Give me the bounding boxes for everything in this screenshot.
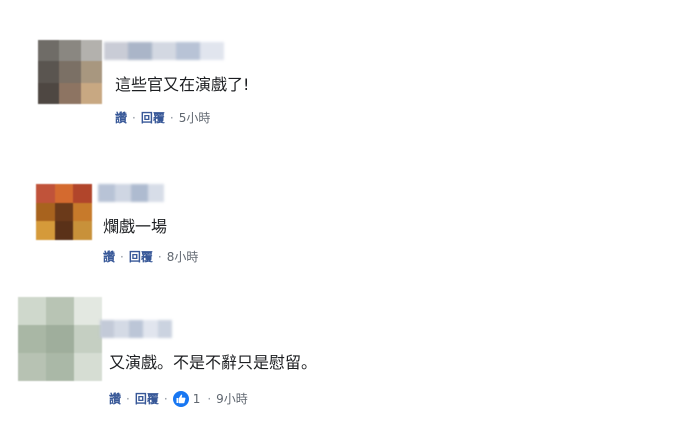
comment-text: 又演戲。不是不辭只是慰留。 bbox=[109, 353, 318, 372]
comment-timestamp[interactable]: 8小時 bbox=[167, 249, 199, 265]
separator: · bbox=[169, 111, 174, 125]
commenter-avatar[interactable] bbox=[18, 297, 102, 381]
separator: · bbox=[120, 250, 124, 264]
commenter-name-redacted[interactable] bbox=[104, 42, 224, 60]
comment-actions: 讚 · 回覆 · 5小時 bbox=[115, 110, 210, 126]
reaction-summary[interactable]: 1 bbox=[172, 391, 201, 407]
comment-timestamp[interactable]: 5小時 bbox=[179, 110, 211, 126]
like-link[interactable]: 讚 bbox=[103, 249, 115, 265]
reply-link[interactable]: 回覆 bbox=[129, 249, 153, 265]
like-link[interactable]: 讚 bbox=[115, 110, 127, 126]
commenter-name-redacted[interactable] bbox=[98, 184, 164, 202]
separator: · bbox=[163, 392, 168, 406]
separator: · bbox=[132, 111, 136, 125]
like-link[interactable]: 讚 bbox=[109, 391, 121, 407]
reaction-count: 1 bbox=[192, 392, 201, 406]
thumbs-up-icon bbox=[172, 391, 189, 407]
comment-timestamp[interactable]: 9小時 bbox=[216, 391, 248, 407]
commenter-avatar[interactable] bbox=[36, 184, 92, 240]
commenter-avatar[interactable] bbox=[38, 40, 102, 104]
separator: · bbox=[126, 392, 130, 406]
comment-actions: 讚 · 回覆 · 8小時 bbox=[103, 249, 198, 265]
comment-text: 爛戲一場 bbox=[103, 217, 168, 236]
separator: · bbox=[157, 250, 162, 264]
comment-text: 這些官又在演戲了! bbox=[115, 75, 250, 94]
comment-actions: 讚 · 回覆 · 1 · 9小時 bbox=[109, 391, 248, 407]
separator: · bbox=[207, 392, 212, 406]
commenter-name-redacted[interactable] bbox=[100, 320, 173, 338]
reply-link[interactable]: 回覆 bbox=[135, 391, 159, 407]
reply-link[interactable]: 回覆 bbox=[141, 110, 165, 126]
